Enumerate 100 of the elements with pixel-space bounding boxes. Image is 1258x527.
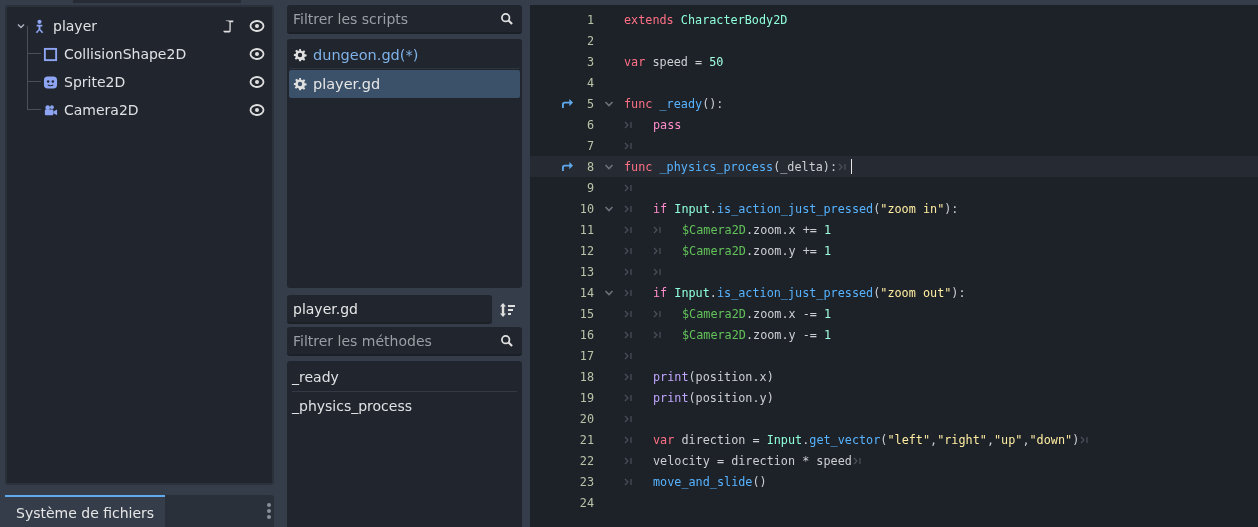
line-number: 1 — [585, 12, 594, 27]
code-text: extends CharacterBody2D — [624, 12, 788, 27]
tab-marker-icon — [624, 435, 633, 444]
line-number: 3 — [585, 54, 594, 69]
script-name-field[interactable]: player.gd — [287, 295, 492, 324]
eye-icon[interactable] — [249, 74, 265, 90]
line-number: 22 — [578, 453, 594, 468]
script-item[interactable]: player.gd — [289, 70, 520, 98]
tree-line — [27, 82, 41, 110]
tab-marker-icon — [852, 456, 862, 465]
code-text: var direction = Input.get_vector("left","right","up","down") — [653, 432, 1080, 447]
code-text: pass — [653, 117, 682, 132]
sort-icon[interactable] — [500, 301, 516, 318]
tree-line — [27, 54, 41, 82]
node-label[interactable]: CollisionShape2D — [64, 46, 243, 62]
square-outline-icon — [43, 46, 58, 62]
tab-marker-icon — [653, 330, 662, 339]
line-number: 8 — [585, 159, 594, 174]
menu-icon[interactable] — [266, 502, 272, 520]
chevron-down-icon[interactable] — [16, 21, 26, 31]
search-field[interactable]: Filtrer les scripts — [287, 5, 522, 34]
line-number: 4 — [585, 75, 594, 90]
tab-marker-icon — [624, 330, 633, 339]
line-number: 6 — [585, 117, 594, 132]
tab-marker-icon — [624, 351, 633, 360]
line-number: 9 — [585, 180, 594, 195]
tab-marker-icon — [624, 183, 633, 192]
code-text: func _physics_process(_delta): — [624, 159, 838, 174]
line-number: 7 — [585, 138, 594, 153]
tab-marker-icon — [653, 267, 662, 276]
line-number: 18 — [578, 369, 594, 384]
method-item[interactable]: _ready — [292, 369, 339, 385]
video-camera-icon — [43, 102, 58, 118]
node-label[interactable]: player — [53, 18, 217, 34]
eye-icon[interactable] — [249, 102, 265, 118]
tab-marker-icon — [624, 456, 633, 465]
code-text: $Camera2D.zoom.x += 1 — [682, 222, 832, 237]
code-text: velocity = direction * speed — [653, 453, 852, 468]
line-number: 21 — [578, 432, 594, 447]
node-label[interactable]: Sprite2D — [64, 74, 243, 90]
line-number: 11 — [578, 222, 594, 237]
eye-icon[interactable] — [249, 18, 265, 34]
tab-marker-icon — [624, 288, 633, 297]
tab-marker-icon — [653, 309, 662, 318]
script-name: player.gd — [313, 75, 381, 92]
code-text: func _ready(): — [624, 96, 724, 111]
override-arrow-icon[interactable] — [561, 161, 574, 172]
tab-marker-icon — [838, 162, 848, 171]
node-label[interactable]: Camera2D — [64, 102, 243, 118]
tab-marker-icon — [624, 246, 633, 255]
tab-marker-icon — [624, 141, 633, 150]
code-text: if Input.is_action_just_pressed("zoom in"): — [653, 201, 959, 216]
tab-marker-icon — [624, 477, 633, 486]
line-number: 5 — [585, 96, 594, 111]
search-icon — [500, 12, 514, 26]
tab-marker-icon — [1080, 435, 1090, 444]
line-number: 16 — [578, 327, 594, 342]
line-number: 15 — [578, 306, 594, 321]
tree-line — [27, 26, 41, 54]
line-number: 2 — [585, 33, 594, 48]
line-number: 17 — [578, 348, 594, 363]
line-number: 12 — [578, 243, 594, 258]
tab-marker-icon — [624, 120, 633, 129]
code-text: $Camera2D.zoom.x -= 1 — [682, 306, 832, 321]
script-item[interactable]: dungeon.gd(*) — [289, 41, 520, 69]
eye-icon[interactable] — [249, 46, 265, 62]
tab-marker-icon — [653, 246, 662, 255]
tab-marker-icon — [624, 267, 633, 276]
code-text: print(position.y) — [653, 390, 774, 405]
smiley-face-icon — [43, 74, 58, 90]
script-name: dungeon.gd(*) — [313, 46, 419, 63]
code-text: var speed = 50 — [624, 54, 724, 69]
search-icon — [500, 334, 514, 348]
method-item[interactable]: _physics_process — [292, 398, 413, 414]
line-number: 20 — [578, 411, 594, 426]
line-number: 10 — [578, 201, 594, 216]
code-text: print(position.x) — [653, 369, 774, 384]
line-number: 14 — [578, 285, 594, 300]
dock-tab[interactable]: Système de fichiers — [5, 495, 166, 527]
tab-marker-icon — [624, 204, 633, 213]
script-icon[interactable] — [223, 18, 235, 34]
code-text: $Camera2D.zoom.y -= 1 — [682, 327, 832, 342]
tab-marker-icon — [624, 225, 633, 234]
tab-marker-icon — [624, 309, 633, 318]
text-caret — [851, 159, 853, 174]
gear-icon — [293, 47, 307, 62]
tab-marker-icon — [653, 225, 662, 234]
search-field[interactable]: Filtrer les méthodes — [287, 327, 522, 356]
line-number: 23 — [578, 474, 594, 489]
code-text: move_and_slide() — [653, 474, 767, 489]
line-number: 13 — [578, 264, 594, 279]
tab-marker-icon — [624, 414, 633, 423]
line-number: 24 — [578, 495, 594, 510]
tab-marker-icon — [624, 372, 633, 381]
line-number: 19 — [578, 390, 594, 405]
code-text: if Input.is_action_just_pressed("zoom out"): — [653, 285, 966, 300]
gear-icon — [293, 76, 307, 91]
override-arrow-icon[interactable] — [561, 98, 574, 109]
tab-marker-icon — [624, 393, 633, 402]
code-text: $Camera2D.zoom.y += 1 — [682, 243, 832, 258]
